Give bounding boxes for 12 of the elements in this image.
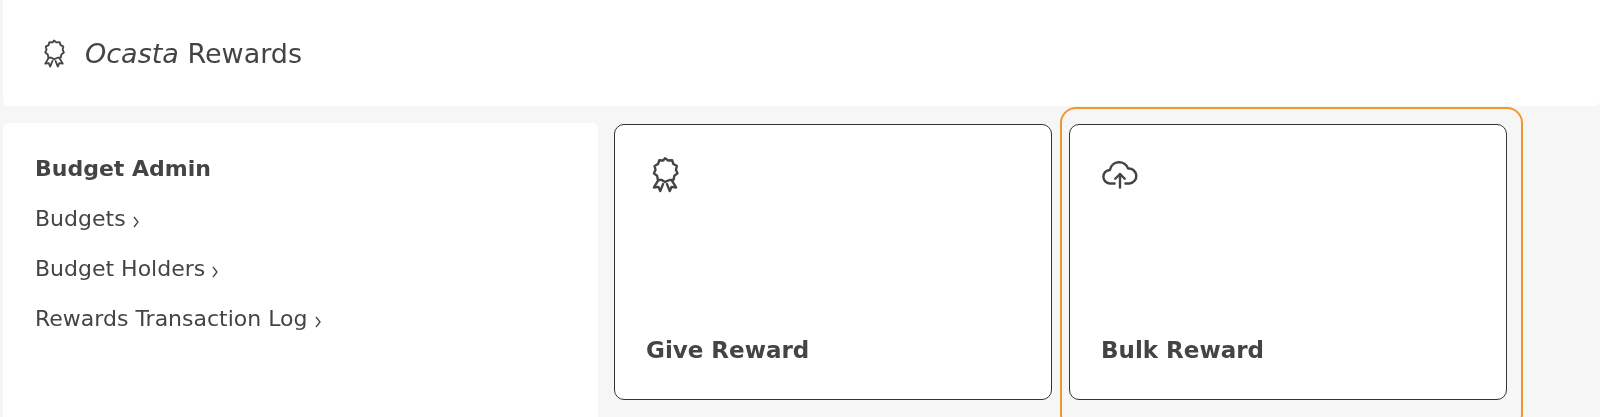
sidebar-link[interactable]: Budgets xyxy=(35,201,126,237)
chevron-right-icon xyxy=(313,316,322,328)
chevron-right-icon xyxy=(131,216,140,228)
section-heading: Budget Admin xyxy=(35,155,212,183)
sidebar-link[interactable]: Rewards Transaction Log xyxy=(35,301,308,337)
action-card[interactable]: Give Reward xyxy=(614,124,1052,400)
card-label: Bulk Reward xyxy=(1101,337,1265,363)
chevron-right-icon xyxy=(211,266,220,278)
app-title: Ocasta Rewards xyxy=(85,37,303,69)
sidebar-link[interactable]: Budget Holders xyxy=(35,251,206,287)
action-card[interactable]: Bulk Reward xyxy=(1069,124,1507,400)
card-label: Give Reward xyxy=(646,337,811,363)
